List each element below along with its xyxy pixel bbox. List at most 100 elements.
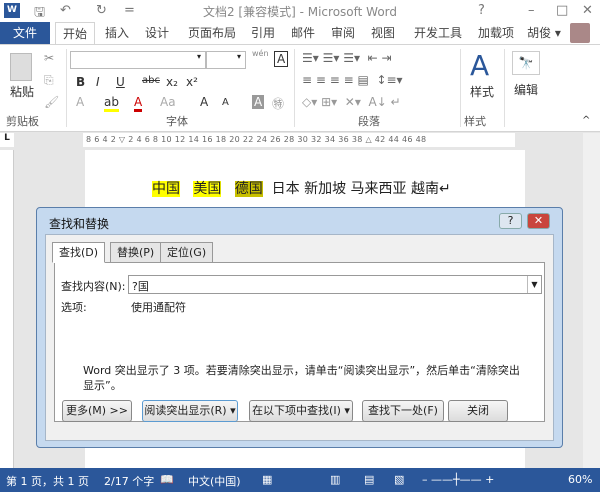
tab-mailings[interactable]: 邮件 — [286, 22, 320, 44]
status-bar: 第 1 页，共 1 页 2/17 个字 📖 中文(中国) ▦ ▥ ▤ ▧ – —… — [0, 468, 600, 492]
font-color-button[interactable]: A — [134, 95, 143, 112]
dialog-close-button[interactable]: ✕ — [527, 213, 550, 229]
close-button[interactable]: ✕ — [582, 3, 593, 18]
group-font: 字体 — [166, 115, 188, 128]
find-pane: 查找内容(N): ?国 ▼ 选项: 使用通配符 Word 突出显示了 3 项。若… — [54, 262, 545, 422]
phonetic-guide-button[interactable]: wén — [252, 49, 269, 58]
find-replace-dialog: 查找和替换 ? ✕ 查找(D) 替换(P) 定位(G) 查找内容(N): ?国 … — [36, 207, 563, 448]
font-size-select[interactable]: ▾ — [206, 51, 246, 69]
strikethrough-button[interactable]: abc — [142, 75, 160, 86]
paste-icon — [10, 53, 32, 81]
tab-insert[interactable]: 插入 — [100, 22, 134, 44]
find-binoculars-icon: 🔭 — [512, 51, 540, 75]
grow-font-button[interactable]: A — [200, 95, 208, 109]
tab-goto[interactable]: 定位(G) — [160, 242, 214, 263]
print-layout-icon[interactable]: ▤ — [364, 473, 374, 486]
word-count[interactable]: 2/17 个字 — [104, 473, 154, 489]
minimize-button[interactable]: – — [528, 3, 535, 18]
text-effects-button[interactable]: A — [76, 95, 84, 109]
dialog-body: 查找(D) 替换(P) 定位(G) 查找内容(N): ?国 ▼ 选项: 使用通配… — [45, 234, 554, 441]
change-case-button[interactable]: Aa — [160, 95, 176, 109]
word: 马来西亚 — [350, 181, 407, 197]
tab-design[interactable]: 设计 — [140, 22, 174, 44]
proofing-icon[interactable]: 📖 — [160, 473, 174, 486]
tab-review[interactable]: 审阅 — [326, 22, 360, 44]
cut-icon[interactable]: ✂ — [44, 51, 54, 65]
find-label: 查找内容(N): — [61, 280, 126, 293]
window-title: 文档2 [兼容模式] - Microsoft Word — [202, 5, 398, 19]
zoom-level[interactable]: 60% — [568, 473, 592, 486]
vertical-ruler[interactable] — [0, 150, 14, 468]
char-border-button[interactable]: A — [274, 51, 289, 67]
group-styles: 样式 — [464, 115, 486, 128]
result-message: Word 突出显示了 3 项。若要清除突出显示，请单击“阅读突出显示”，然后单击… — [83, 364, 520, 392]
dialog-title: 查找和替换 — [49, 217, 110, 231]
language[interactable]: 中文(中国) — [188, 473, 241, 489]
page-count[interactable]: 第 1 页，共 1 页 — [6, 473, 89, 489]
dialog-help-button[interactable]: ? — [499, 213, 522, 229]
options-label: 选项: — [61, 301, 87, 314]
web-layout-icon[interactable]: ▧ — [394, 473, 404, 486]
reading-highlight-button[interactable]: 阅读突出显示(R) ▾ — [142, 400, 238, 422]
bold-button[interactable]: B — [76, 75, 85, 89]
word: 新加坡 — [304, 181, 347, 197]
title-bar: W 🖫 ↶ ↻ = 文档2 [兼容模式] - Microsoft Word ? … — [0, 0, 600, 22]
font-name-select[interactable]: ▾ — [70, 51, 206, 69]
vertical-scrollbar[interactable] — [583, 133, 600, 468]
avatar[interactable] — [570, 23, 590, 43]
shading-borders-buttons[interactable]: ◇▾ ⊞▾ ✕▾ A↓ ↵ — [302, 95, 401, 109]
more-button[interactable]: 更多(M) >> — [62, 400, 132, 422]
enclose-char-button[interactable]: ㊕ — [272, 95, 284, 112]
read-mode-icon[interactable]: ▥ — [330, 473, 340, 486]
horizontal-ruler[interactable]: 8 6 4 2 ▽ 2 4 6 8 10 12 14 16 18 20 22 2… — [83, 133, 515, 147]
char-shading-button[interactable]: A — [252, 95, 265, 109]
styles-icon: A — [470, 49, 490, 82]
format-painter-icon[interactable]: 🖌 — [44, 95, 59, 109]
paste-button[interactable]: 粘贴 — [10, 83, 34, 100]
tab-replace[interactable]: 替换(P) — [110, 242, 162, 263]
copy-icon[interactable]: ⎘ — [44, 73, 54, 88]
find-next-button[interactable]: 查找下一处(F) — [362, 400, 444, 422]
tab-layout[interactable]: 页面布局 — [184, 22, 240, 44]
word: 日本 — [271, 181, 300, 197]
shrink-font-button[interactable]: A — [222, 97, 229, 108]
options-value: 使用通配符 — [131, 301, 186, 314]
highlighted-word: 美国 — [193, 181, 222, 197]
tab-developer[interactable]: 开发工具 — [410, 22, 466, 44]
macro-icon[interactable]: ▦ — [262, 473, 272, 486]
find-input[interactable]: ?国 ▼ — [128, 275, 542, 294]
tab-find[interactable]: 查找(D) — [52, 242, 106, 263]
group-paragraph: 段落 — [358, 115, 380, 128]
highlighted-word: 中国 — [152, 181, 180, 197]
find-in-button[interactable]: 在以下项中查找(I) ▾ — [249, 400, 353, 422]
find-value: ?国 — [132, 280, 149, 293]
selected-highlighted-word: 德国 — [234, 181, 263, 197]
subscript-button[interactable]: x₂ — [166, 75, 178, 89]
tab-references[interactable]: 引用 — [246, 22, 280, 44]
find-history-dropdown[interactable]: ▼ — [527, 276, 541, 293]
help-button[interactable]: ? — [478, 3, 485, 18]
group-clipboard: 剪贴板 — [6, 115, 39, 128]
tab-home[interactable]: 开始 — [55, 22, 95, 45]
user-menu[interactable]: 胡俊 ▾ — [524, 22, 564, 44]
maximize-button[interactable]: □ — [556, 3, 568, 18]
ribbon-tabs: 文件 开始 插入 设计 页面布局 引用 邮件 审阅 视图 开发工具 加载项 胡俊… — [0, 22, 600, 45]
align-buttons[interactable]: ≡ ≡ ≡ ≡ ▤ ↕≡▾ — [302, 73, 403, 87]
tab-view[interactable]: 视图 — [366, 22, 400, 44]
word: 越南↵ — [410, 181, 451, 197]
bullets-button[interactable]: ☰▾ ☰▾ ☰▾ ⇤ ⇥ — [302, 51, 392, 65]
tab-file[interactable]: 文件 — [0, 22, 50, 44]
editing-button[interactable]: 编辑 — [514, 81, 538, 98]
italic-button[interactable]: I — [96, 75, 100, 89]
underline-button[interactable]: U — [116, 75, 125, 89]
zoom-slider[interactable]: – ——┼—— + — [422, 473, 494, 486]
document-text[interactable]: 中国 美国 德国 日本 新加坡 马来西亚 越南↵ — [152, 178, 451, 198]
collapse-ribbon-icon[interactable]: ^ — [582, 115, 590, 126]
close-dialog-button[interactable]: 关闭 — [448, 400, 508, 422]
highlight-color-button[interactable]: ab — [104, 95, 119, 112]
tab-addins[interactable]: 加载项 — [474, 22, 518, 44]
styles-button[interactable]: 样式 — [470, 83, 494, 100]
tab-selector[interactable]: L — [0, 133, 14, 147]
superscript-button[interactable]: x² — [186, 75, 198, 89]
ribbon: 粘贴 ✂ ⎘ 🖌 剪贴板 ▾ ▾ wén A B I U abc x₂ x² A… — [0, 44, 600, 132]
